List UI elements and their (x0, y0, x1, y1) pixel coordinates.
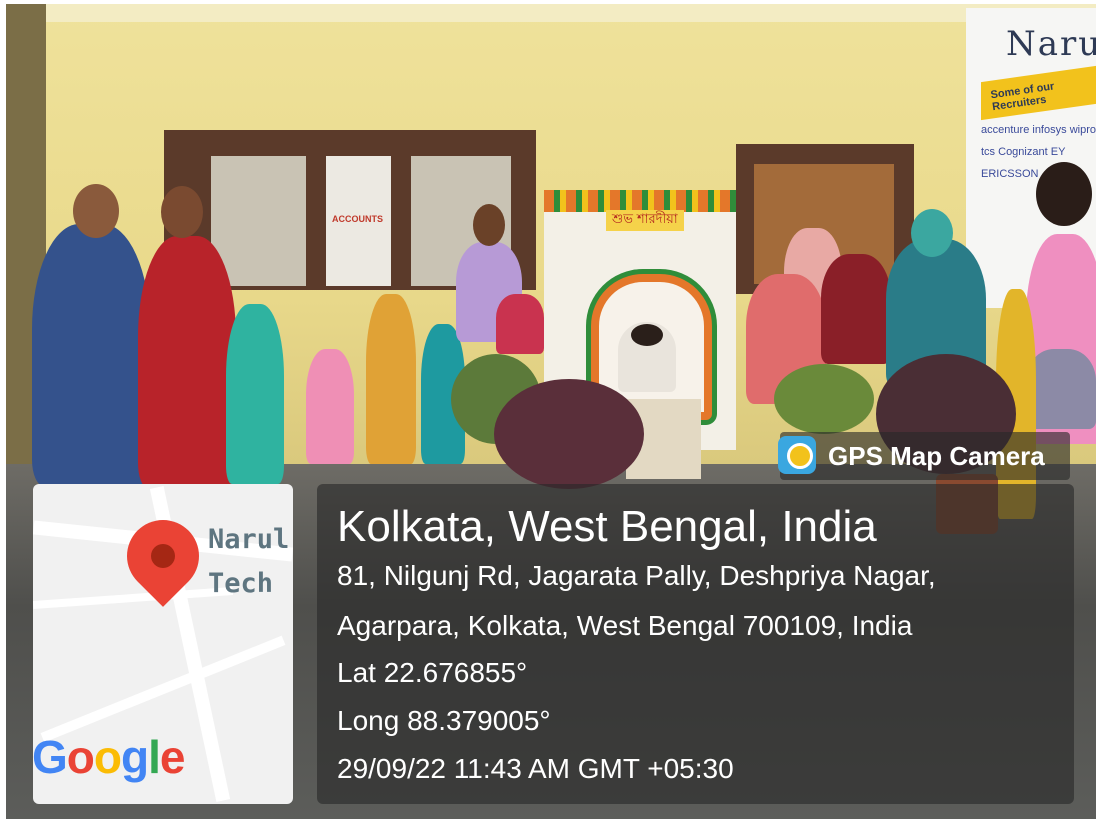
deity-hair (631, 324, 663, 346)
logo-accenture: accenture (981, 124, 1030, 136)
location-title: Kolkata, West Bengal, India (337, 502, 877, 551)
latitude: Lat 22.676855° (337, 657, 528, 688)
ceiling (6, 4, 1096, 22)
girl-skirt (1026, 349, 1096, 429)
person-head (73, 184, 119, 238)
photo-frame: ACCOUNTS Narul Some of our Recruiters ac… (0, 0, 1097, 825)
backdrop-sign: শুভ শারদীয়া (606, 210, 684, 231)
banner-title: Narul (1006, 24, 1096, 64)
logo-ey: EY (1050, 146, 1066, 158)
person-head (473, 204, 505, 246)
google-logo-o1: o (66, 731, 95, 783)
girl-teal (226, 304, 284, 484)
person-head (1036, 162, 1092, 226)
person-blue-dress (32, 224, 150, 486)
map-camera-icon-lens (787, 443, 813, 469)
girl-red-print (496, 294, 544, 354)
google-logo-g: G (32, 731, 68, 783)
map-place-label: Narul Tech (208, 518, 289, 606)
google-logo-g2: g (121, 731, 149, 783)
logo-tcs: tcs (981, 146, 996, 158)
map-road (40, 635, 286, 743)
woman-dark-red (821, 254, 891, 364)
google-logo: Google (32, 730, 186, 784)
map-pin-center (151, 544, 175, 568)
backdrop-garland (544, 190, 736, 212)
girl-pink (306, 349, 354, 464)
person-red-saree (138, 236, 236, 488)
person-head (911, 209, 953, 257)
boy-yellow (366, 294, 416, 464)
app-name: GPS Map Camera (828, 441, 1045, 471)
address-line-1: 81, Nilgunj Rd, Jagarata Pally, Deshpriy… (337, 560, 936, 591)
map-label-line1: Narul (208, 524, 290, 555)
google-logo-e: e (159, 731, 186, 783)
map-road (33, 587, 234, 609)
plant (774, 364, 874, 434)
logo-cognizant: Cognizant (998, 146, 1048, 158)
logo-ericsson: ERICSSON (981, 168, 1039, 180)
timestamp: 29/09/22 11:43 AM GMT +05:30 (337, 753, 734, 784)
logo-infosys: infosys (1032, 124, 1067, 136)
plant-purple (494, 379, 644, 489)
address-line-2: Agarpara, Kolkata, West Bengal 700109, I… (337, 610, 913, 641)
person-head (161, 186, 203, 238)
accounts-sign: ACCOUNTS (332, 214, 383, 224)
map-label-line2: Tech (208, 568, 274, 599)
logo-wipro: wipro (1069, 124, 1096, 136)
longitude: Long 88.379005° (337, 705, 551, 736)
google-logo-o2: o (93, 731, 122, 783)
google-logo-l: l (148, 731, 161, 783)
